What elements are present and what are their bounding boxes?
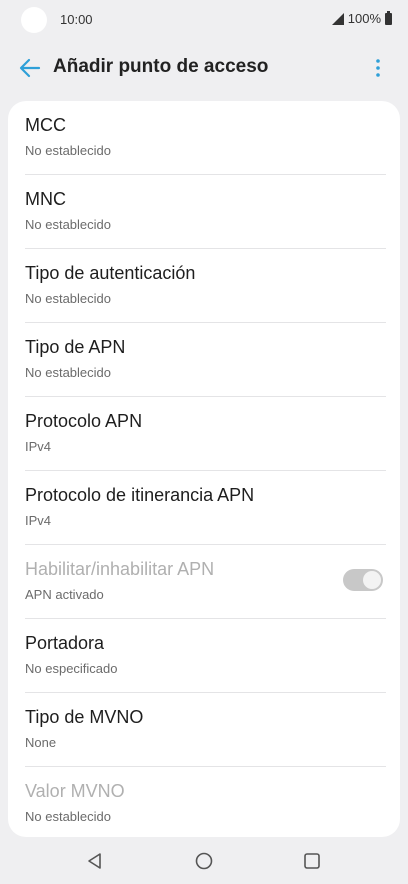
setting-value: No establecido <box>25 365 111 380</box>
setting-value: No establecido <box>25 217 111 232</box>
setting-mvno-value: Valor MVNO No establecido <box>8 767 400 837</box>
setting-apn-roaming-protocol[interactable]: Protocolo de itinerancia APN IPv4 <box>8 471 400 545</box>
setting-apn-protocol[interactable]: Protocolo APN IPv4 <box>8 397 400 471</box>
setting-value: No establecido <box>25 291 111 306</box>
setting-label: Protocolo APN <box>25 411 143 431</box>
setting-apn-enable: Habilitar/inhabilitar APN APN activado <box>8 545 400 619</box>
navigation-bar <box>0 838 408 884</box>
setting-label: Valor MVNO <box>25 781 125 801</box>
setting-label: Tipo de MVNO <box>25 707 144 727</box>
setting-value: IPv4 <box>25 439 52 454</box>
battery-percent: 100% <box>347 11 381 26</box>
home-circle-icon[interactable] <box>193 850 215 872</box>
settings-list: MCC No establecido MNC No establecido Ti… <box>8 101 400 837</box>
setting-mnc[interactable]: MNC No establecido <box>8 175 400 249</box>
back-triangle-icon[interactable] <box>84 850 106 872</box>
apn-enable-toggle <box>343 569 383 591</box>
arrow-left-icon[interactable] <box>17 56 43 80</box>
status-icons: 100% <box>331 10 392 26</box>
setting-value: None <box>25 735 57 750</box>
more-vertical-icon[interactable] <box>368 56 388 80</box>
setting-label: MNC <box>25 189 66 209</box>
setting-label: Habilitar/inhabilitar APN <box>25 559 215 579</box>
signal-icon <box>331 12 344 25</box>
setting-label: Tipo de autenticación <box>25 263 196 283</box>
page-title: Añadir punto de acceso <box>53 56 269 77</box>
setting-value: No establecido <box>25 143 111 158</box>
camera-cutout <box>21 7 47 33</box>
setting-bearer[interactable]: Portadora No especificado <box>8 619 400 693</box>
setting-mvno-type[interactable]: Tipo de MVNO None <box>8 693 400 767</box>
status-bar: 10:00 100% <box>0 0 408 40</box>
setting-value: No establecido <box>25 809 111 824</box>
toggle-knob <box>363 571 381 589</box>
setting-value: No especificado <box>25 661 118 676</box>
setting-value: APN activado <box>25 587 104 602</box>
recents-square-icon[interactable] <box>301 850 323 872</box>
setting-auth-type[interactable]: Tipo de autenticación No establecido <box>8 249 400 323</box>
status-time: 10:00 <box>60 12 93 27</box>
app-header: Añadir punto de acceso <box>0 44 408 92</box>
setting-label: Portadora <box>25 633 105 653</box>
setting-apn-type[interactable]: Tipo de APN No establecido <box>8 323 400 397</box>
setting-label: Tipo de APN <box>25 337 126 357</box>
setting-label: MCC <box>25 115 66 135</box>
setting-mcc[interactable]: MCC No establecido <box>8 101 400 175</box>
setting-value: IPv4 <box>25 513 52 528</box>
battery-icon <box>385 10 392 25</box>
setting-label: Protocolo de itinerancia APN <box>25 485 255 505</box>
